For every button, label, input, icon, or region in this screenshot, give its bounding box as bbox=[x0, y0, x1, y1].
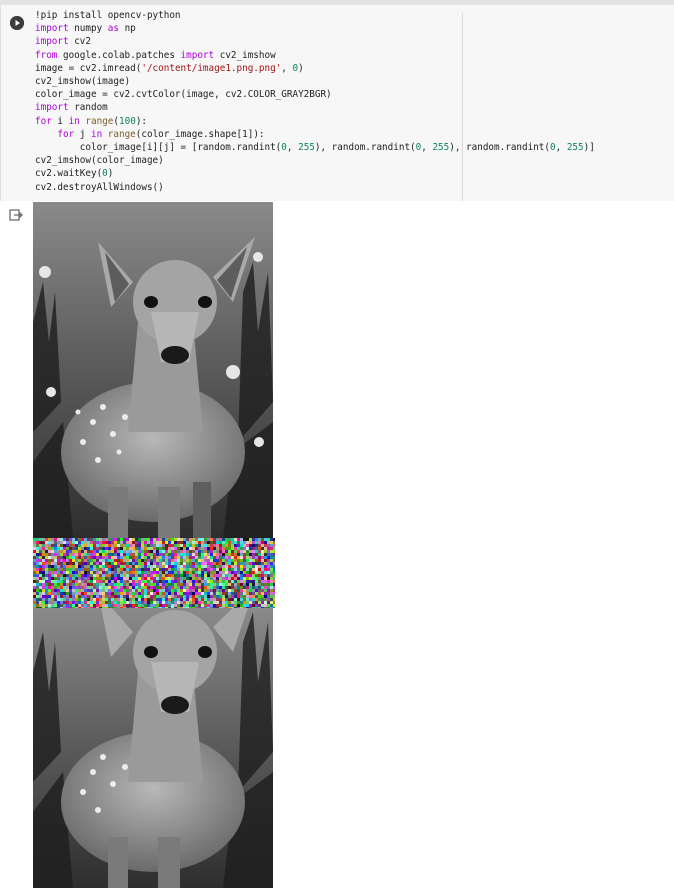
code-line: for i in range(100): bbox=[35, 115, 148, 127]
code-line: for j in range(color_image.shape[1]): bbox=[57, 128, 265, 140]
random-color-noise-band bbox=[33, 538, 275, 608]
code-line: !pip install opencv-python bbox=[35, 10, 181, 21]
grayscale-deer-image bbox=[33, 202, 273, 538]
code-line: cv2.destroyAllWindows() bbox=[35, 181, 164, 193]
code-line: cv2_imshow(image) bbox=[35, 76, 131, 88]
code-line: import cv2 bbox=[35, 36, 91, 48]
code-cell[interactable]: !pip install opencv-python import numpy … bbox=[0, 5, 674, 201]
code-line: image = cv2.imread('/content/image1.png.… bbox=[35, 62, 304, 74]
play-circle-icon bbox=[10, 16, 24, 30]
code-line: import numpy as np bbox=[35, 23, 136, 35]
run-cell-button[interactable] bbox=[10, 16, 24, 30]
code-line: cv2.waitKey(0) bbox=[35, 168, 114, 180]
code-editor[interactable]: !pip install opencv-python import numpy … bbox=[35, 9, 595, 194]
code-line: cv2_imshow(color_image) bbox=[35, 155, 164, 167]
code-line: import random bbox=[35, 102, 108, 114]
code-line: from google.colab.patches import cv2_ims… bbox=[35, 49, 276, 61]
code-line: color_image = cv2.cvtColor(image, cv2.CO… bbox=[35, 89, 332, 101]
line-length-ruler bbox=[462, 13, 463, 201]
code-line: color_image[i][j] = [random.randint(0, 2… bbox=[35, 142, 595, 154]
grayscale-deer-image-cropped bbox=[33, 608, 273, 888]
output-redirect-icon[interactable] bbox=[9, 209, 23, 221]
